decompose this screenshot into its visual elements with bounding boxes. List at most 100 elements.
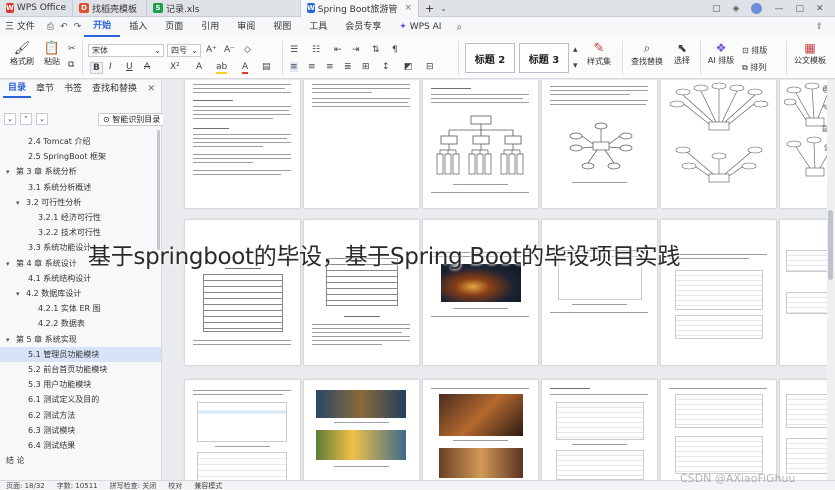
arrange-button[interactable]: ⧉ 排列 bbox=[742, 62, 776, 73]
menu-insert[interactable]: 插入 bbox=[120, 17, 156, 37]
justify-icon[interactable]: ≣ bbox=[344, 62, 352, 72]
select-button[interactable]: ⬉ 选择 bbox=[670, 41, 694, 66]
caret-down-icon[interactable]: ▾ bbox=[6, 257, 16, 272]
toc-item[interactable]: 4.1 系统结构设计 bbox=[28, 271, 91, 286]
tab-spreadsheet[interactable]: S 记录.xls bbox=[147, 0, 301, 17]
highlight-icon[interactable]: ab bbox=[216, 62, 228, 74]
public-template-button[interactable]: ▦ 公文模板 bbox=[790, 41, 830, 66]
scroll-thumb[interactable] bbox=[828, 210, 833, 280]
tab-active-document[interactable]: W Spring Boot旅游管理系统.d × bbox=[301, 0, 419, 17]
redo-icon[interactable]: ↷ bbox=[71, 22, 85, 32]
search-icon[interactable]: ⌕ bbox=[450, 22, 468, 33]
document-canvas[interactable] bbox=[163, 80, 827, 480]
toc-item[interactable]: 6.1 测试定义及目的 bbox=[28, 392, 99, 407]
menu-wps-ai[interactable]: ✦ WPS AI bbox=[390, 17, 450, 37]
doc-page[interactable] bbox=[185, 80, 300, 208]
style-gallery-scroll-icon[interactable]: ▴ bbox=[573, 45, 578, 55]
char-shading-icon[interactable]: ▤ bbox=[262, 62, 271, 72]
cut-icon[interactable]: ✂ bbox=[68, 44, 76, 54]
ai-layout-button[interactable]: ❖ AI 排版 bbox=[705, 41, 737, 66]
skin-icon[interactable]: ◈ bbox=[733, 4, 740, 14]
tab-dropdown-icon[interactable]: ⌄ bbox=[440, 4, 447, 13]
undo-icon[interactable]: ↶ bbox=[57, 22, 71, 32]
font-color-icon[interactable]: A bbox=[242, 62, 249, 74]
toc-item[interactable]: ▾ 4.2 数据库设计 bbox=[16, 286, 81, 301]
copy-icon[interactable]: ⧉ bbox=[68, 60, 74, 70]
toc-item[interactable]: 4.2.2 数据表 bbox=[38, 316, 85, 331]
style-gallery-more-icon[interactable]: ▾ bbox=[573, 61, 578, 71]
tab-template[interactable]: D 找稻壳模板 bbox=[73, 0, 147, 17]
shading-icon[interactable]: ◩ bbox=[404, 62, 413, 72]
style-heading-2[interactable]: 标题 2 bbox=[465, 43, 515, 73]
strikethrough-icon[interactable]: A bbox=[144, 62, 150, 72]
toc-item[interactable]: 3.3 系统功能设计 bbox=[28, 240, 91, 255]
menu-member[interactable]: 会员专享 bbox=[336, 17, 390, 37]
restore-window-icon[interactable]: ▢ bbox=[712, 4, 721, 14]
toc-item[interactable]: 3.2.1 经济可行性 bbox=[38, 210, 101, 225]
align-left-icon[interactable]: ≡ bbox=[290, 62, 298, 72]
menu-tools[interactable]: 工具 bbox=[300, 17, 336, 37]
save-icon[interactable]: ⎙ bbox=[44, 22, 57, 32]
spell-check-status[interactable]: 拼写检查: 关闭 bbox=[104, 481, 163, 490]
collapse-all-icon[interactable]: ⌃ bbox=[20, 113, 32, 125]
close-tab-icon[interactable]: × bbox=[404, 3, 412, 13]
toc-item[interactable]: 2.4 Tomcat 介绍 bbox=[28, 134, 90, 149]
maximize-icon[interactable]: ▢ bbox=[795, 4, 804, 14]
toc-item[interactable]: 5.1 管理员功能模块 bbox=[28, 347, 99, 362]
bullets-icon[interactable]: ☰ bbox=[290, 45, 298, 55]
menu-review[interactable]: 审阅 bbox=[228, 17, 264, 37]
caret-down-icon[interactable]: ▾ bbox=[16, 196, 26, 211]
sort-icon[interactable]: ⇅ bbox=[372, 45, 380, 55]
doc-page[interactable] bbox=[661, 380, 776, 480]
show-marks-icon[interactable]: ¶ bbox=[392, 45, 398, 55]
toc-item[interactable]: 2.5 SpringBoot 框架 bbox=[28, 149, 106, 164]
superscript-icon[interactable]: X² bbox=[170, 62, 180, 72]
doc-page[interactable] bbox=[542, 80, 657, 208]
doc-page[interactable] bbox=[423, 80, 538, 208]
toc-item[interactable]: ▾ 3.2 可行性分析 bbox=[16, 195, 81, 210]
toc-item[interactable]: 5.2 前台首页功能模块 bbox=[28, 362, 107, 377]
style-set-button[interactable]: ✎ 样式集 bbox=[585, 41, 613, 67]
toc-scrollbar[interactable] bbox=[157, 130, 160, 250]
align-right-icon[interactable]: ≡ bbox=[326, 62, 334, 72]
font-name-select[interactable]: 宋体 ⌄ bbox=[88, 44, 164, 57]
toc-item[interactable]: 6.3 测试模块 bbox=[28, 423, 75, 438]
new-tab-button[interactable]: + bbox=[419, 0, 440, 17]
underline-button[interactable]: U bbox=[126, 62, 133, 72]
doc-page[interactable] bbox=[780, 380, 827, 480]
expand-all-icon[interactable]: ⌄ bbox=[4, 113, 16, 125]
caret-down-icon[interactable]: ▾ bbox=[6, 165, 16, 180]
close-pane-icon[interactable]: ✕ bbox=[147, 84, 155, 94]
doc-page[interactable] bbox=[304, 80, 419, 208]
decrease-indent-icon[interactable]: ⇤ bbox=[334, 45, 342, 55]
toc-item[interactable]: ▾ 第 4 章 系统设计 bbox=[6, 256, 77, 271]
share-icon[interactable]: ⇪ bbox=[815, 22, 823, 32]
italic-button[interactable]: I bbox=[109, 62, 112, 72]
doc-page[interactable] bbox=[423, 380, 538, 480]
word-count[interactable]: 字数: 10511 bbox=[51, 481, 104, 490]
toc-item[interactable]: ▾ 第 3 章 系统分析 bbox=[6, 164, 77, 179]
paste-button[interactable]: 📋 粘贴 bbox=[39, 41, 65, 67]
tab-chapters[interactable]: 章节 bbox=[31, 80, 59, 98]
menu-home[interactable]: 开始 bbox=[84, 17, 121, 37]
toc-item[interactable]: 4.2.1 实体 ER 图 bbox=[38, 301, 101, 316]
toc-item[interactable]: 3.1 系统分析概述 bbox=[28, 180, 91, 195]
toc-item[interactable]: 结 论 bbox=[6, 453, 25, 468]
demote-icon[interactable]: ⌄ bbox=[36, 113, 48, 125]
toc-item[interactable]: ▾ 第 5 章 系统实现 bbox=[6, 332, 77, 347]
distribute-icon[interactable]: ⊞ bbox=[362, 62, 370, 72]
find-replace-button[interactable]: ⌕ 查找替换 bbox=[629, 41, 665, 67]
bold-button[interactable]: B bbox=[90, 62, 103, 74]
proofread-button[interactable]: 校对 bbox=[162, 481, 188, 490]
doc-page[interactable] bbox=[780, 220, 827, 365]
close-window-icon[interactable]: ✕ bbox=[816, 4, 824, 14]
menu-page[interactable]: 页面 bbox=[156, 17, 192, 37]
menu-view[interactable]: 视图 bbox=[264, 17, 300, 37]
doc-page[interactable] bbox=[542, 380, 657, 480]
doc-page[interactable] bbox=[185, 380, 300, 480]
align-center-icon[interactable]: ≡ bbox=[308, 62, 316, 72]
tab-wps-office[interactable]: W WPS Office bbox=[0, 0, 73, 17]
doc-page[interactable] bbox=[661, 80, 776, 208]
format-painter-button[interactable]: 🖌 格式刷 bbox=[8, 41, 36, 67]
doc-page[interactable] bbox=[304, 380, 419, 480]
